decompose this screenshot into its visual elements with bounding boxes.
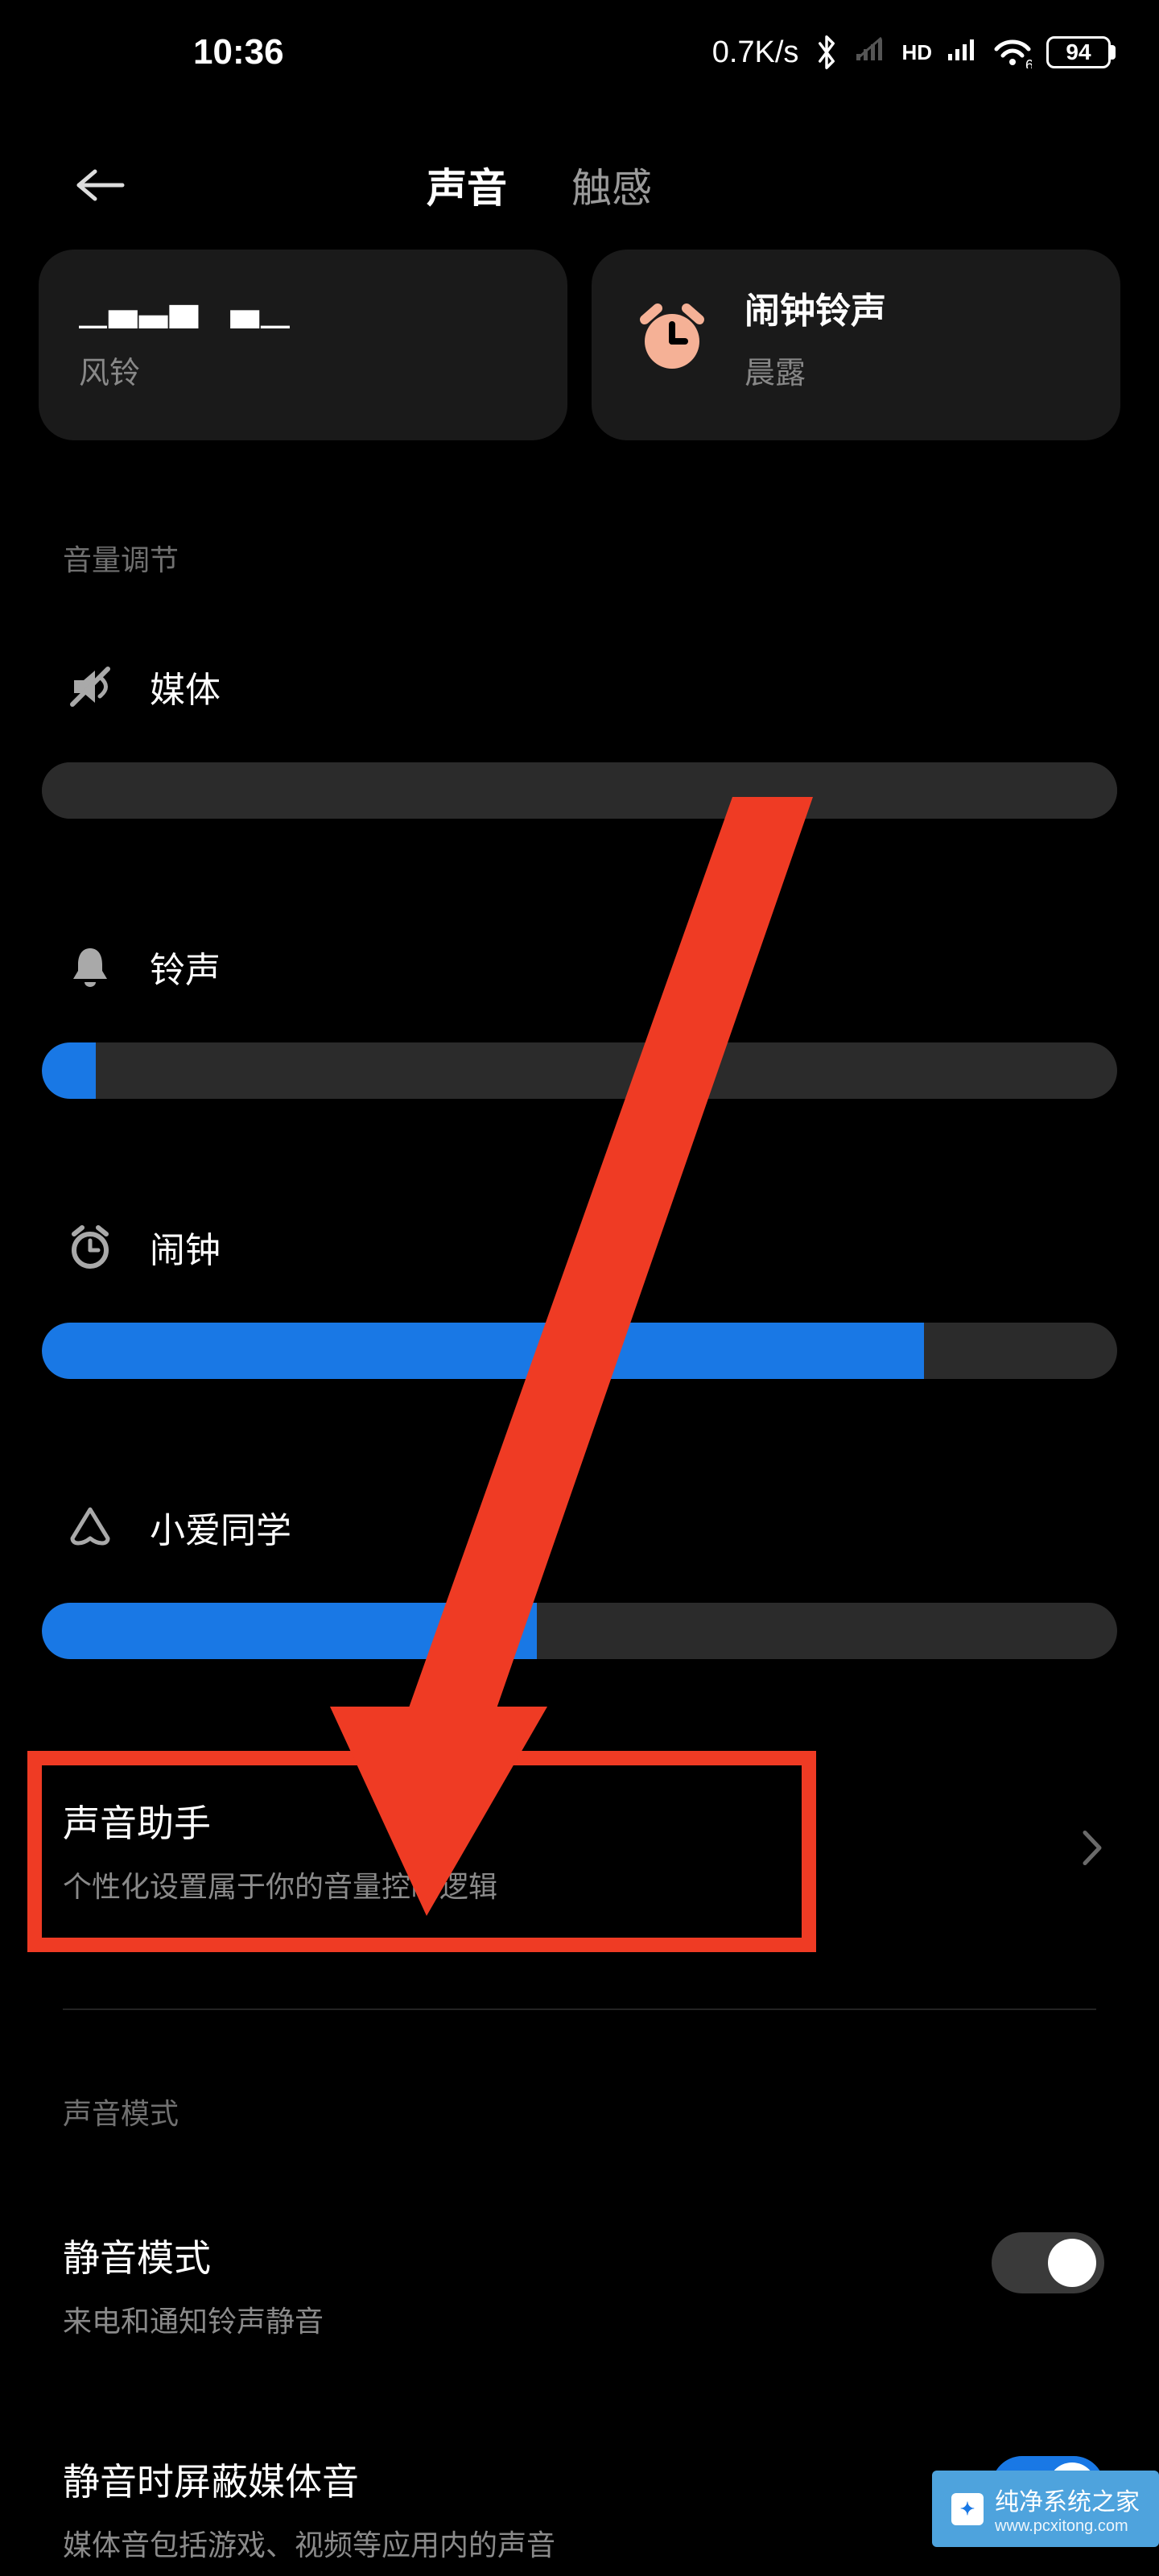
silent-mode-title: 静音模式	[63, 2229, 1096, 2282]
silent-mode-switch[interactable]	[992, 2232, 1104, 2293]
status-net-speed: 0.7K/s	[712, 35, 799, 70]
app-header: 声音 触感	[0, 129, 1159, 242]
wifi-icon: 6	[993, 35, 1032, 70]
media-muted-icon	[63, 659, 118, 714]
bell-icon	[63, 939, 118, 994]
signal-strong-icon	[947, 35, 979, 70]
status-time: 10:36	[193, 32, 284, 72]
card-right-subtitle: 晨露	[744, 348, 886, 392]
alarm-volume-group: 闹钟	[39, 1220, 1120, 1379]
chevron-right-icon	[1080, 1828, 1104, 1872]
back-button[interactable]	[64, 149, 137, 221]
header-tabs: 声音 触感	[427, 156, 652, 214]
tab-haptics[interactable]: 触感	[571, 156, 652, 214]
alarm-clock-icon	[632, 297, 712, 378]
hd-icon: HD	[901, 42, 932, 63]
signal-weak-icon	[855, 35, 887, 70]
watermark-icon: ✦	[951, 2493, 984, 2525]
alarm-icon	[63, 1220, 118, 1274]
card-left-title-truncated: ▃▆▅▇▂▆▃	[79, 301, 527, 328]
silent-mode-row: 静音模式 来电和通知铃声静音	[39, 2229, 1120, 2340]
watermark-badge: ✦ 纯净系统之家 www.pcxitong.com	[932, 2471, 1159, 2547]
xiaoai-volume-group: 小爱同学	[39, 1500, 1120, 1659]
ringtone-label: 铃声	[150, 941, 221, 993]
media-volume-group: 媒体	[39, 659, 1120, 819]
section-sound-mode-label: 声音模式	[63, 2091, 1120, 2132]
tab-sound[interactable]: 声音	[427, 156, 507, 214]
sound-assistant-row[interactable]: 声音助手 个性化设置属于你的音量控制逻辑	[39, 1756, 1120, 1944]
card-right-title: 闹钟铃声	[744, 282, 886, 333]
watermark-title: 纯净系统之家	[995, 2482, 1140, 2517]
status-bar: 10:36 0.7K/s HD	[0, 0, 1159, 105]
card-left-subtitle: 风铃	[79, 348, 527, 392]
xiaoai-slider[interactable]	[42, 1603, 1117, 1659]
xiaoai-label: 小爱同学	[150, 1501, 291, 1553]
alarm-slider[interactable]	[42, 1323, 1117, 1379]
media-slider[interactable]	[42, 762, 1117, 819]
section-divider	[63, 2008, 1096, 2010]
alarm-label: 闹钟	[150, 1221, 221, 1273]
silent-mode-subtitle: 来电和通知铃声静音	[63, 2298, 1096, 2340]
bluetooth-icon	[813, 35, 840, 71]
ringtone-volume-group: 铃声	[39, 939, 1120, 1099]
alarm-ringtone-card[interactable]: 闹钟铃声 晨露	[592, 250, 1120, 440]
battery-percent: 94	[1066, 39, 1091, 65]
battery-icon: 94	[1046, 36, 1111, 68]
annotation-highlight-box	[27, 1751, 816, 1952]
section-volume-label: 音量调节	[63, 537, 1120, 579]
notification-ringtone-card[interactable]: ▃▆▅▇▂▆▃ 风铃	[39, 250, 567, 440]
ringtone-slider[interactable]	[42, 1042, 1117, 1099]
watermark-url: www.pcxitong.com	[995, 2517, 1140, 2536]
xiaoai-icon	[63, 1500, 118, 1554]
media-label: 媒体	[150, 661, 221, 712]
svg-text:6: 6	[1025, 57, 1032, 68]
